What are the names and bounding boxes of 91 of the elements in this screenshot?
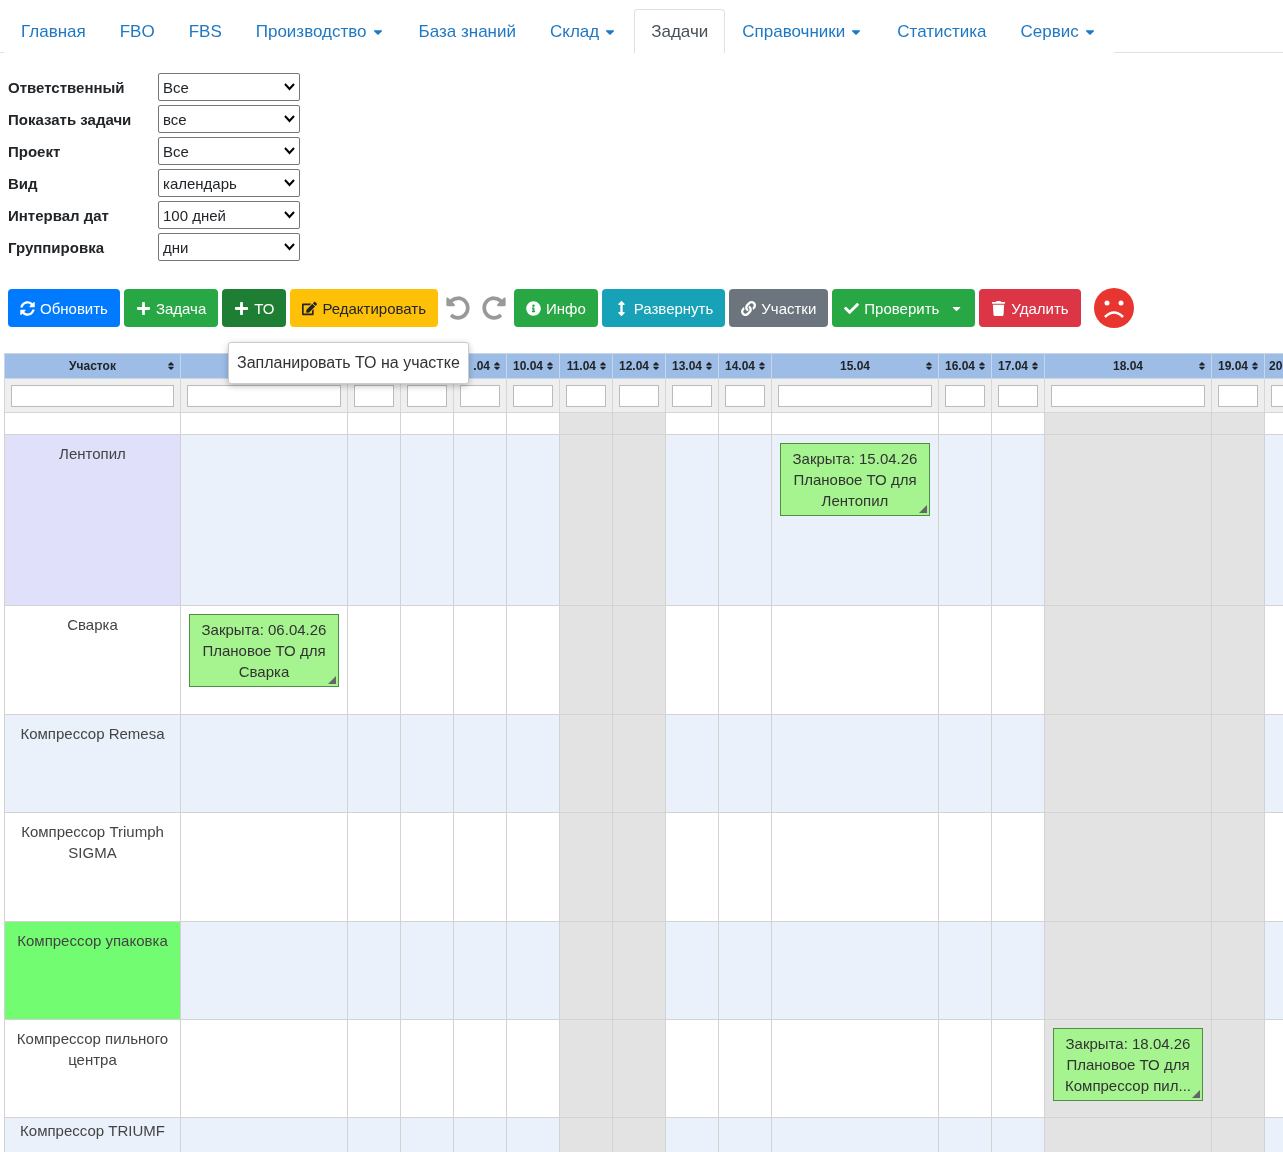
sort-icon: [1197, 361, 1207, 371]
chevron-icon: [284, 83, 295, 91]
filter-select[interactable]: календарь: [158, 169, 300, 197]
task-status: Закрыта: 18.04.26: [1064, 1034, 1192, 1054]
toolbar-button[interactable]: Редактировать: [290, 289, 439, 327]
chevron-icon: [284, 243, 295, 251]
resize-handle-icon[interactable]: [919, 505, 927, 513]
task-title: Плановое ТО для Лентопил: [792, 470, 918, 511]
filter-input[interactable]: [1051, 384, 1205, 407]
filter-input[interactable]: [460, 384, 500, 407]
filter-input[interactable]: [354, 384, 394, 407]
filter-input[interactable]: [725, 384, 765, 407]
chevron-icon: [284, 211, 295, 219]
sort-icon: [1030, 361, 1040, 371]
toolbar-button[interactable]: ТО: [222, 289, 287, 327]
filter-input[interactable]: [778, 384, 932, 407]
filter-input[interactable]: [619, 384, 659, 407]
filter-select[interactable]: Все: [158, 73, 300, 101]
link-icon: [741, 300, 757, 316]
trash-icon: [991, 300, 1007, 316]
task-card[interactable]: Закрыта: 15.04.26 Плановое ТО для Лентопил: [780, 443, 930, 516]
column-header[interactable]: 18.04: [1044, 353, 1212, 379]
toolbar-button[interactable]: Обновить: [8, 289, 120, 327]
row-name: Сварка: [4, 605, 181, 715]
column-header[interactable]: 19.04: [1211, 353, 1265, 379]
nav-tab[interactable]: Задачи: [634, 9, 726, 53]
sort-icon: [924, 361, 934, 371]
filter-input[interactable]: [187, 384, 341, 407]
filter-select[interactable]: все: [158, 105, 300, 133]
row-name: Компрессор упаковка: [4, 921, 181, 1020]
column-header[interactable]: 15.04: [771, 353, 939, 379]
sort-icon: [757, 361, 767, 371]
sort-icon: [166, 361, 176, 371]
sort-icon: [651, 361, 661, 371]
filter-input[interactable]: [672, 384, 712, 407]
resize-handle-icon[interactable]: [328, 676, 336, 684]
column-header[interactable]: 10.04: [506, 353, 560, 379]
sort-icon: [704, 361, 714, 371]
filter-label: Проект: [8, 142, 62, 160]
sad-face-icon: [1092, 287, 1135, 329]
column-header[interactable]: 12.04: [612, 353, 666, 379]
filter-label: Ответственный: [8, 78, 126, 96]
plus-icon: [135, 300, 151, 316]
toolbar-button[interactable]: Удалить: [979, 289, 1081, 327]
plus-icon: [234, 300, 250, 316]
filter-input[interactable]: [1218, 384, 1258, 407]
filter-select[interactable]: дни: [158, 233, 300, 261]
filter-select[interactable]: Все: [158, 137, 300, 165]
sort-icon: [492, 361, 502, 371]
toolbar-button[interactable]: Участки: [729, 289, 829, 327]
task-status: Закрыта: 06.04.26: [200, 620, 328, 640]
task-title: Плановое ТО для Сварка: [201, 641, 327, 682]
column-header[interactable]: 14.04: [718, 353, 772, 379]
row-name: Компрессор TRIUMF: [4, 1117, 181, 1152]
filter-label: Группировка: [8, 238, 105, 256]
filter-select[interactable]: 100 дней: [158, 201, 300, 229]
filter-input[interactable]: [566, 384, 606, 407]
row-name: Компрессор Remesa: [4, 714, 181, 813]
task-card[interactable]: Закрыта: 06.04.26 Плановое ТО для Сварка: [189, 614, 339, 687]
sort-icon: [1250, 361, 1260, 371]
filter-input[interactable]: [513, 384, 553, 407]
column-header[interactable]: 17.04: [991, 353, 1045, 379]
column-header[interactable]: 13.04: [665, 353, 719, 379]
filter-label: Показать задачи: [8, 110, 133, 128]
tooltip: Запланировать ТО на участке: [228, 342, 469, 384]
refresh-icon: [20, 300, 35, 316]
filter-input[interactable]: [11, 384, 174, 407]
row-name: Компрессор пильного центра: [4, 1019, 181, 1118]
filter-input[interactable]: [407, 384, 447, 407]
sort-icon: [545, 361, 555, 371]
check-icon: [844, 300, 860, 316]
info-icon: [526, 300, 542, 316]
filter-label: Вид: [8, 174, 39, 192]
filter-input[interactable]: [998, 384, 1038, 407]
task-card[interactable]: Закрыта: 18.04.26 Плановое ТО для Компрессор пил...: [1053, 1028, 1203, 1101]
sort-icon: [598, 361, 608, 371]
filter-label: Интервал дат: [8, 206, 110, 224]
edit-icon: [302, 300, 318, 316]
row-name: Лентопил: [4, 434, 181, 606]
task-status: Закрыта: 15.04.26: [791, 449, 919, 469]
sort-icon: [977, 361, 987, 371]
chevron-icon: [284, 179, 295, 187]
filter-input[interactable]: [945, 384, 985, 407]
column-header[interactable]: Участок: [4, 353, 181, 379]
chevron-icon: [284, 115, 295, 123]
resize-handle-icon[interactable]: [1192, 1090, 1200, 1098]
column-header[interactable]: 16.04: [938, 353, 992, 379]
column-header[interactable]: 11.04: [559, 353, 613, 379]
row-name: Компрессор Triumph SIGMA: [4, 812, 181, 922]
task-title: Плановое ТО для Компрессор пил...: [1064, 1055, 1192, 1096]
chevron-icon: [284, 147, 295, 155]
